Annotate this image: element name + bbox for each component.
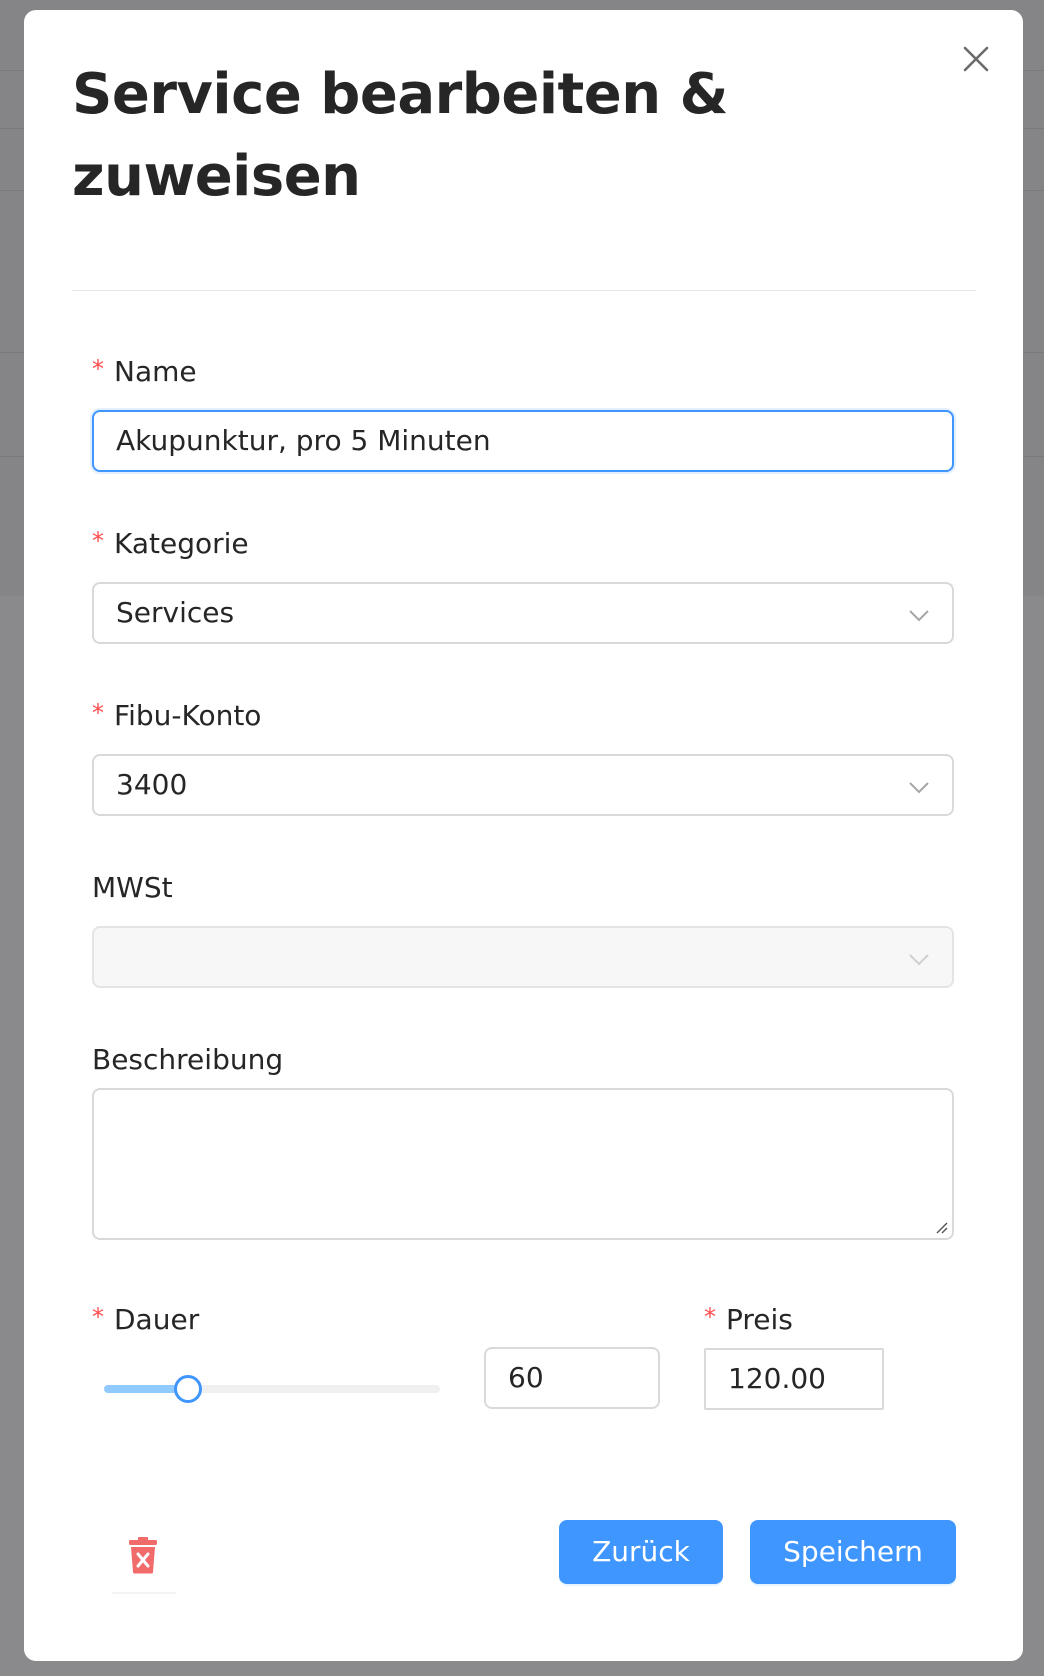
delete-button[interactable] (112, 1532, 176, 1594)
resize-handle-icon[interactable] (934, 1220, 948, 1234)
modal-title: Service bearbeiten & zuweisen (72, 62, 728, 209)
edit-service-modal: Service bearbeiten & zuweisen * Name Akup… (24, 10, 1023, 1661)
preis-input[interactable]: 120.00 (704, 1348, 884, 1410)
required-mark: * (92, 527, 104, 555)
dauer-input[interactable]: 60 (484, 1347, 660, 1409)
mwst-label: MWSt (92, 871, 173, 904)
close-button[interactable] (959, 42, 993, 76)
fibu-konto-label: * Fibu-Konto (92, 698, 261, 735)
dauer-label-text: Dauer (114, 1303, 200, 1336)
dauer-input-value: 60 (508, 1361, 544, 1394)
fibu-konto-select[interactable]: 3400 (92, 754, 954, 816)
chevron-down-icon (909, 782, 929, 794)
trash-icon (129, 1537, 157, 1574)
kategorie-label-text: Kategorie (114, 527, 249, 560)
required-mark: * (92, 1303, 104, 1331)
beschreibung-textarea[interactable] (92, 1088, 954, 1240)
required-mark: * (704, 1303, 716, 1331)
dauer-slider[interactable] (104, 1374, 440, 1404)
chevron-down-icon (909, 610, 929, 622)
kategorie-select-value: Services (116, 596, 235, 629)
close-icon (963, 46, 989, 72)
save-button[interactable]: Speichern (750, 1520, 956, 1584)
back-button[interactable]: Zurück (559, 1520, 723, 1584)
fibu-konto-select-value: 3400 (116, 768, 188, 801)
preis-input-value: 120.00 (728, 1362, 826, 1395)
name-input[interactable]: Akupunktur, pro 5 Minuten (92, 410, 954, 472)
chevron-down-icon (909, 954, 929, 966)
kategorie-select[interactable]: Services (92, 582, 954, 644)
required-mark: * (92, 699, 104, 727)
required-mark: * (92, 355, 104, 383)
dauer-label: * Dauer (92, 1302, 199, 1339)
title-divider (72, 290, 976, 291)
slider-handle[interactable] (174, 1375, 202, 1403)
mwst-select[interactable] (92, 926, 954, 988)
preis-label-text: Preis (726, 1303, 793, 1336)
kategorie-label: * Kategorie (92, 526, 249, 563)
preis-label: * Preis (704, 1302, 793, 1339)
name-label: * Name (92, 354, 197, 391)
fibu-konto-label-text: Fibu-Konto (114, 699, 262, 732)
name-label-text: Name (114, 355, 197, 388)
name-input-value: Akupunktur, pro 5 Minuten (116, 424, 491, 457)
beschreibung-label: Beschreibung (92, 1043, 284, 1076)
